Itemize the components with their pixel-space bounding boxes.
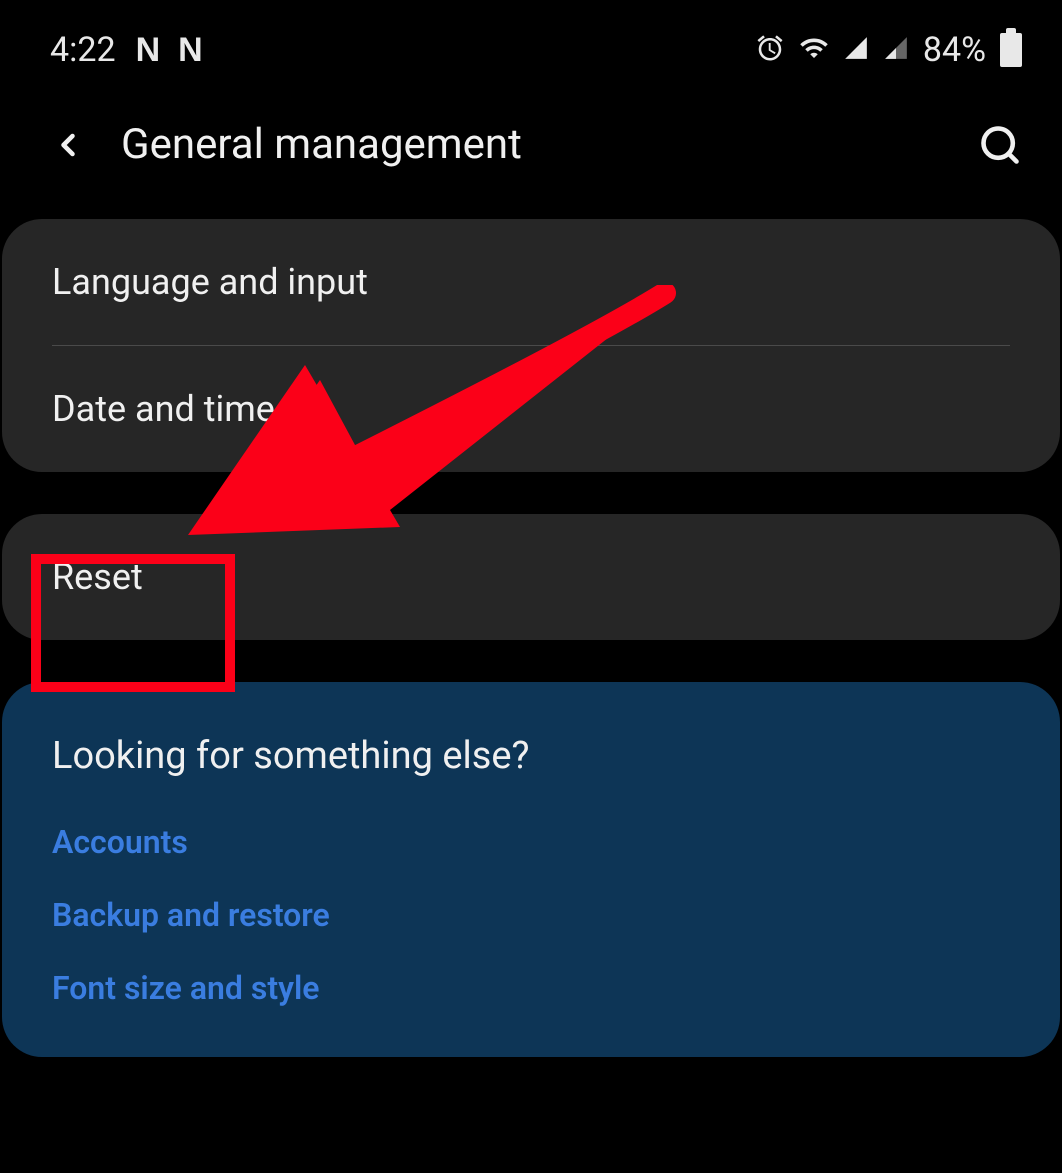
alarm-icon <box>755 33 785 67</box>
wifi-icon <box>799 33 829 67</box>
status-bar: 4:22 N N 84% <box>0 0 1062 90</box>
suggestions-title: Looking for something else? <box>52 734 1010 778</box>
app-notification-icon-2: N <box>178 31 201 70</box>
battery-percent: 84% <box>923 30 986 70</box>
settings-item-language-input[interactable]: Language and input <box>2 219 1060 345</box>
settings-item-date-time[interactable]: Date and time <box>2 346 1060 472</box>
settings-item-label: Language and input <box>52 261 368 303</box>
signal-icon-1 <box>843 35 869 65</box>
page-title: General management <box>121 120 978 169</box>
settings-group-1: Language and input Date and time <box>2 219 1060 472</box>
signal-icon-2 <box>883 35 909 65</box>
settings-item-label: Date and time <box>52 388 275 430</box>
settings-item-reset[interactable]: Reset <box>2 514 1060 640</box>
suggestions-card: Looking for something else? Accounts Bac… <box>2 682 1060 1057</box>
back-button[interactable] <box>50 123 86 167</box>
settings-group-2: Reset <box>2 514 1060 640</box>
suggestion-link-backup-restore[interactable]: Backup and restore <box>52 896 1010 934</box>
search-button[interactable] <box>978 123 1022 167</box>
suggestion-link-font-size-style[interactable]: Font size and style <box>52 969 1010 1007</box>
suggestion-link-accounts[interactable]: Accounts <box>52 823 1010 861</box>
header: General management <box>0 90 1062 219</box>
battery-icon <box>1000 33 1022 67</box>
settings-item-label: Reset <box>52 556 143 598</box>
status-time: 4:22 <box>50 30 116 70</box>
app-notification-icon-1: N <box>136 31 159 70</box>
